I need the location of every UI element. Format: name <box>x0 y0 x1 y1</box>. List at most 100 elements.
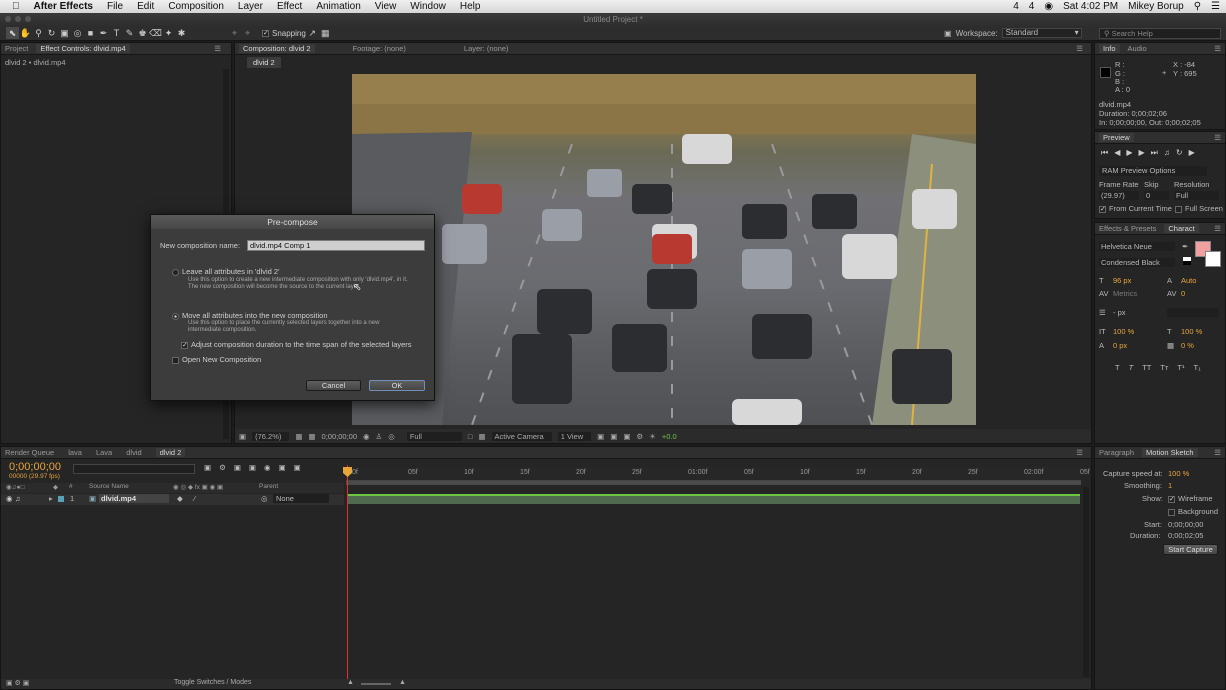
search-help-field[interactable]: ⚲ Search Help <box>1099 28 1221 39</box>
pan-behind-tool-icon[interactable]: ◎ <box>71 27 84 39</box>
workspace-select[interactable]: Standard ▾ <box>1001 28 1082 38</box>
transparency-grid-icon[interactable]: ▦ <box>478 432 485 441</box>
menu-window[interactable]: Window <box>403 0 453 13</box>
tab-footage[interactable]: Footage: (none) <box>353 44 406 53</box>
tab-lava-1[interactable]: lava <box>68 448 82 457</box>
open-new-comp-checkbox[interactable]: Open New Composition <box>172 355 261 364</box>
tab-character[interactable]: Charact <box>1164 224 1199 233</box>
grid-icon[interactable]: ▦ <box>319 27 332 39</box>
pen-tool-icon[interactable]: ✒ <box>97 27 110 39</box>
exposure-value[interactable]: +0.0 <box>662 432 677 441</box>
apple-icon[interactable]:  <box>0 0 27 13</box>
timeline-scrollbar[interactable] <box>1083 487 1089 677</box>
faux-italic-icon[interactable]: T <box>1129 363 1134 372</box>
puppet-tool-icon[interactable]: ✱ <box>175 27 188 39</box>
view-layout-select[interactable]: 1 View <box>557 431 592 441</box>
layer-name[interactable]: dlvid.mp4 <box>99 494 169 503</box>
baseline-shift-value[interactable]: 0 px <box>1113 341 1127 350</box>
user-name[interactable]: Mikey Borup <box>1128 0 1184 13</box>
expand-layer-icon[interactable]: ▸ <box>49 494 53 503</box>
from-current-time-checkbox[interactable]: ✓ From Current Time <box>1099 204 1172 213</box>
resolution-select[interactable]: Full <box>406 431 462 441</box>
timeline-timecode[interactable]: 0;00;00;00 <box>9 461 61 473</box>
camera-select[interactable]: Active Camera <box>491 431 552 441</box>
audio-toggle-icon[interactable]: ♫ <box>15 494 21 503</box>
tab-motion-sketch[interactable]: Motion Sketch <box>1142 448 1198 457</box>
audio-icon[interactable]: ♫ <box>1164 148 1170 158</box>
tab-lava-2[interactable]: Lava <box>96 448 112 457</box>
play-icon[interactable]: ▶ <box>1126 148 1132 158</box>
workspace-sync-icon[interactable]: ▣ <box>944 29 952 38</box>
leading-value[interactable]: Auto <box>1181 276 1196 285</box>
status-count-2[interactable]: 4 <box>1029 0 1035 13</box>
list-icon[interactable]: ☰ <box>1211 0 1220 13</box>
menu-help[interactable]: Help <box>453 0 488 13</box>
roto-tool-icon[interactable]: ✦ <box>162 27 175 39</box>
tab-composition[interactable]: Composition: dlvid 2 <box>239 44 315 53</box>
fast-preview-icon[interactable]: ▣ <box>610 432 617 441</box>
menu-edit[interactable]: Edit <box>130 0 161 13</box>
tab-effects-presets[interactable]: Effects & Presets <box>1099 224 1156 233</box>
last-frame-icon[interactable]: ⏭ <box>1151 148 1158 158</box>
tab-effect-controls[interactable]: Effect Controls: dlvid.mp4 <box>36 44 130 53</box>
type-tool-icon[interactable]: T <box>110 27 123 39</box>
stroke-width-value[interactable]: - px <box>1113 308 1126 317</box>
stroke-color-swatch[interactable] <box>1205 251 1221 267</box>
timeline-search-input[interactable] <box>73 464 195 474</box>
full-screen-checkbox[interactable]: Full Screen <box>1175 204 1223 213</box>
region-of-interest-icon[interactable]: □ <box>468 432 473 441</box>
eyedropper-icon[interactable]: ✒ <box>1182 242 1188 251</box>
eraser-tool-icon[interactable]: ⌫ <box>149 27 162 39</box>
frame-rate-select[interactable]: (29.97) <box>1099 191 1139 200</box>
toggle-switches-modes-button[interactable]: Toggle Switches / Modes <box>174 679 251 686</box>
font-size-value[interactable]: 96 px <box>1113 276 1131 285</box>
mask-visibility-icon[interactable]: ▦ <box>308 432 315 441</box>
wifi-icon[interactable]: ◉ <box>1044 0 1053 13</box>
background-checkbox[interactable]: Background <box>1168 507 1218 516</box>
minimize-window-button[interactable] <box>15 16 21 22</box>
motion-blur-icon[interactable]: ◉ <box>264 463 271 472</box>
ok-button[interactable]: OK <box>369 380 425 391</box>
menu-app[interactable]: After Effects <box>27 0 100 13</box>
subscript-icon[interactable]: T₁ <box>1193 363 1200 372</box>
radio-leave-attributes[interactable] <box>172 268 179 276</box>
work-area-bar[interactable] <box>346 481 1081 485</box>
tsume-value[interactable]: 0 % <box>1181 341 1194 350</box>
shape-tool-icon[interactable]: ■ <box>84 27 97 39</box>
superscript-icon[interactable]: T¹ <box>1177 363 1184 372</box>
ram-preview-icon[interactable]: ▶ <box>1189 148 1195 158</box>
selection-tool-icon[interactable]: ⬉ <box>6 27 19 39</box>
start-capture-button[interactable]: Start Capture <box>1163 544 1218 555</box>
frame-blending-icon[interactable]: ▣ <box>249 463 256 472</box>
snapshot-icon[interactable]: ◉ <box>363 432 370 441</box>
kerning-value[interactable]: Metrics <box>1113 289 1137 298</box>
hand-tool-icon[interactable]: ✋ <box>19 27 32 39</box>
zoom-tool-icon[interactable]: ⚲ <box>32 27 45 39</box>
all-caps-icon[interactable]: TT <box>1142 363 1151 372</box>
composition-name-input[interactable] <box>247 240 425 251</box>
parent-select[interactable]: None <box>273 494 329 503</box>
comp-timecode[interactable]: 0;00;00;00 <box>322 432 357 441</box>
timeline-menu-icon[interactable]: ☰ <box>1076 448 1083 457</box>
spotlight-icon[interactable]: ⚲ <box>1194 0 1201 13</box>
layer-label-color[interactable] <box>58 496 64 502</box>
next-frame-icon[interactable]: ▶ <box>1139 148 1145 158</box>
time-ruler[interactable]: 0f 05f 10f 15f 20f 25f 01:00f 05f 10f 15f 20f 25f 02… <box>346 467 1090 481</box>
zoom-slider[interactable] <box>361 683 391 685</box>
channel-icon[interactable]: ◎ <box>388 432 395 441</box>
ram-preview-options-select[interactable]: RAM Preview Options <box>1099 166 1207 176</box>
comp-panel-menu-icon[interactable]: ☰ <box>1076 44 1083 53</box>
menu-animation[interactable]: Animation <box>309 0 367 13</box>
zoom-out-icon[interactable]: ▲ <box>347 679 354 686</box>
first-frame-icon[interactable]: ⏮ <box>1101 148 1108 158</box>
clone-tool-icon[interactable]: ♚ <box>136 27 149 39</box>
zoom-window-button[interactable] <box>25 16 31 22</box>
option-move-attributes[interactable]: Move all attributes into the new composi… <box>172 311 412 320</box>
status-count-1[interactable]: 4 <box>1013 0 1019 13</box>
brush-tool-icon[interactable]: ✎ <box>123 27 136 39</box>
close-window-button[interactable] <box>5 16 11 22</box>
menu-composition[interactable]: Composition <box>161 0 231 13</box>
flowchart-icon[interactable]: ⚙ <box>636 432 643 441</box>
hide-shy-icon[interactable]: ▣ <box>234 463 241 472</box>
safe-margins-icon[interactable]: ▦ <box>295 432 302 441</box>
